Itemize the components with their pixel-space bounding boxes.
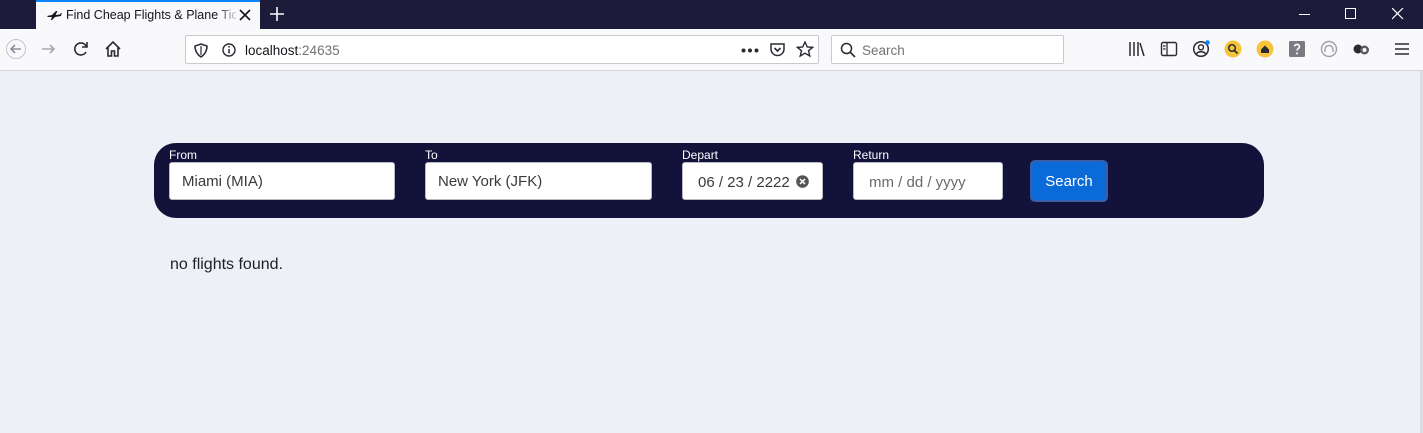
toggle-extension-icon[interactable]	[1352, 40, 1370, 58]
return-label: Return	[853, 148, 890, 162]
sidebar-icon[interactable]	[1160, 40, 1178, 58]
browser-tab[interactable]: Find Cheap Flights & Plane Tickets	[36, 0, 260, 29]
home-extension-icon[interactable]	[1256, 40, 1274, 58]
reload-icon[interactable]	[71, 39, 91, 59]
depart-date-input[interactable]: 06 / 23 / 2222	[682, 162, 823, 200]
forward-arrow-icon[interactable]	[39, 39, 59, 59]
bookmark-star-icon[interactable]	[796, 41, 814, 58]
close-tab-icon[interactable]	[238, 8, 252, 22]
address-bar[interactable]: localhost:24635	[185, 35, 819, 64]
depart-label: Depart	[682, 148, 719, 162]
url-text: localhost:24635	[245, 43, 340, 58]
new-tab-icon[interactable]	[268, 5, 286, 23]
site-info-icon[interactable]	[222, 43, 236, 57]
tab-title: Find Cheap Flights & Plane Tickets	[66, 8, 236, 22]
flight-search-form: From To Depart 06 / 23 / 2222 Return mm …	[154, 143, 1264, 218]
close-window-button[interactable]	[1375, 0, 1421, 29]
clear-date-icon[interactable]	[796, 175, 809, 188]
to-label: To	[425, 148, 438, 162]
help-extension-icon[interactable]	[1288, 40, 1306, 58]
close-icon	[1392, 8, 1404, 20]
search-icon	[840, 42, 856, 58]
search-bar[interactable]: Search	[831, 35, 1064, 64]
maximize-button[interactable]	[1328, 0, 1374, 29]
maximize-icon	[1345, 8, 1356, 19]
search-placeholder: Search	[862, 43, 905, 58]
page-content: From To Depart 06 / 23 / 2222 Return mm …	[0, 71, 1423, 433]
page-actions-icon[interactable]	[741, 48, 759, 53]
pocket-icon[interactable]	[769, 42, 786, 58]
window-titlebar: Find Cheap Flights & Plane Tickets	[0, 0, 1423, 29]
headphones-extension-icon[interactable]	[1320, 40, 1338, 58]
results-message: no flights found.	[170, 256, 283, 273]
library-icon[interactable]	[1128, 40, 1146, 58]
from-input[interactable]	[169, 162, 395, 200]
search-flights-button[interactable]: Search	[1030, 160, 1108, 202]
account-icon[interactable]	[1192, 40, 1210, 58]
tracking-shield-icon[interactable]	[194, 43, 208, 58]
depart-date-value: 06 / 23 / 2222	[698, 174, 790, 191]
home-icon[interactable]	[103, 39, 123, 59]
hamburger-menu-icon[interactable]	[1393, 40, 1411, 58]
airplane-icon	[47, 11, 62, 20]
navigation-toolbar: localhost:24635 Search	[0, 29, 1423, 71]
to-input[interactable]	[425, 162, 652, 200]
back-arrow-icon[interactable]	[6, 39, 26, 59]
magnifier-extension-icon[interactable]	[1224, 40, 1242, 58]
return-date-placeholder: mm / dd / yyyy	[869, 174, 966, 191]
from-label: From	[169, 148, 197, 162]
return-date-input[interactable]: mm / dd / yyyy	[853, 162, 1003, 200]
minimize-button[interactable]	[1282, 0, 1328, 29]
minimize-icon	[1299, 14, 1310, 15]
